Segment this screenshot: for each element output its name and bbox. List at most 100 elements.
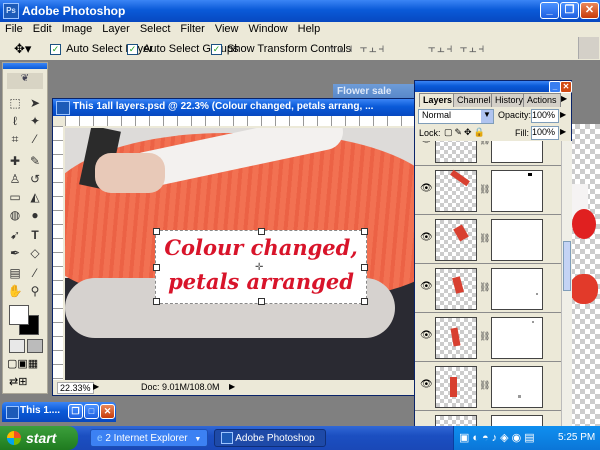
panel-menu-icon[interactable]: ▶ [561,94,570,105]
close-button[interactable]: ✕ [580,2,599,19]
restore-button[interactable]: ❐ [560,2,579,19]
eye-icon[interactable]: 👁 [420,232,433,243]
tab-history[interactable]: History [491,93,528,107]
zoom-tool-icon[interactable]: ⚲ [27,283,43,299]
marquee-tool-icon[interactable]: ⬚ [7,95,23,111]
tab-layers[interactable]: Layers [419,93,457,107]
transform-handle[interactable] [361,228,368,235]
auto-select-layer-checkbox[interactable]: ✓ [50,43,61,55]
transform-handle[interactable] [361,264,368,271]
panel-close-button[interactable]: ✕ [560,81,572,93]
layers-panel-title-bar[interactable]: _ ✕ [415,81,572,93]
menu-window[interactable]: Window [244,22,293,37]
maximize-button[interactable]: □ [84,404,99,419]
start-button[interactable]: start [0,426,78,450]
tab-actions[interactable]: Actions [523,93,561,107]
transform-handle[interactable] [153,298,160,305]
layer-row[interactable]: 👁⛓ [415,411,571,427]
toolbox-grip[interactable] [3,63,47,69]
menu-select[interactable]: Select [135,22,176,37]
eyedropper-icon[interactable]: ⁄ [27,265,43,281]
magic-wand-icon[interactable]: ✦ [27,113,43,129]
minimized-document[interactable]: This 1.... ❐ □ ✕ [2,402,116,422]
eraser-icon[interactable]: ▭ [7,189,23,205]
pen-tool-icon[interactable]: ✒ [7,245,23,261]
transform-handle[interactable] [153,228,160,235]
notes-tool-icon[interactable]: ▤ [7,265,23,281]
taskbar-item-ie[interactable]: e 2 Internet Explorer ▼ [90,429,208,447]
scroll-thumb[interactable] [563,241,571,291]
hands [95,153,165,193]
fill-field[interactable]: 100% [531,126,559,140]
document-title-bar[interactable]: This 1all layers.psd @ 22.3% (Colour cha… [53,99,417,116]
eye-icon[interactable]: 👁 [420,281,433,292]
transform-handle[interactable] [258,298,265,305]
zoom-arrow-icon[interactable]: ▶ [93,382,99,391]
healing-brush-icon[interactable]: ✚ [7,153,23,169]
move-tool-icon[interactable]: ✥▾ [14,41,31,57]
fill-arrow-icon[interactable]: ▶ [560,127,566,136]
eye-icon[interactable]: 👁 [420,141,433,145]
minimize-button[interactable]: _ [540,2,559,19]
layers-scrollbar[interactable] [561,141,572,427]
clone-stamp-icon[interactable]: ♙ [7,171,23,187]
menu-help[interactable]: Help [293,22,326,37]
restore-button[interactable]: ❐ [68,404,83,419]
transform-handle[interactable] [361,298,368,305]
move-tool-button-icon[interactable]: ➤ [27,95,43,111]
hand-tool-icon[interactable]: ✋ [7,283,23,299]
opacity-field[interactable]: 100% [531,109,559,123]
show-transform-checkbox[interactable]: ✓ [211,43,222,55]
minimized-title: This 1.... [20,405,61,416]
transform-handle[interactable] [153,264,160,271]
taskbar-item-photoshop[interactable]: Adobe Photoshop [214,429,326,447]
screen-mode-icons[interactable]: ▢▣▦ [7,357,38,370]
path-select-icon[interactable]: ➹ [7,227,23,243]
menu-edit[interactable]: Edit [28,22,57,37]
image-canvas[interactable]: Colour changed, petals arranged ✛ [65,128,415,380]
slice-tool-icon[interactable]: ⁄ [27,131,43,147]
layer-row[interactable]: 👁⛓ [415,362,571,411]
dodge-tool-icon[interactable]: ● [27,207,43,223]
shape-tool-icon[interactable]: ◇ [27,245,43,261]
type-tool-icon[interactable]: T [27,227,43,243]
history-brush-icon[interactable]: ↺ [27,171,43,187]
tray-icons[interactable]: ▣◐◓♪◈◉▤ [459,431,538,444]
standard-mode-icon[interactable] [9,339,25,353]
brush-tool-icon[interactable]: ✎ [27,153,43,169]
lasso-tool-icon[interactable]: ℓ [7,113,23,129]
close-button[interactable]: ✕ [100,404,115,419]
lock-icons[interactable]: ▢✎✥🔒 [444,127,487,138]
eye-icon[interactable]: 👁 [420,330,433,341]
menu-view[interactable]: View [210,22,244,37]
clock[interactable]: 5:25 PM [558,432,595,443]
quick-mask-icon[interactable] [27,339,43,353]
layer-thumbnail [435,366,477,408]
menu-file[interactable]: File [0,22,28,37]
jump-to-imageready-icon[interactable]: ⇄⊞ [9,375,27,388]
eye-icon[interactable]: 👁 [420,379,433,390]
layer-row[interactable]: 👁⛓ [415,141,571,166]
layer-row[interactable]: 👁⛓ [415,264,571,313]
paint-bucket-icon[interactable]: ◭ [27,189,43,205]
align-buttons[interactable]: ⫟⫠⫞ ⫟⫠⫞ [328,41,386,56]
menu-image[interactable]: Image [57,22,98,37]
zoom-field[interactable]: 22.33% [57,382,94,394]
blur-tool-icon[interactable]: ◍ [7,207,23,223]
transform-handle[interactable] [258,228,265,235]
layer-row[interactable]: 👁⛓ [415,313,571,362]
opacity-arrow-icon[interactable]: ▶ [560,110,566,119]
text-layer-box[interactable]: Colour changed, petals arranged ✛ [153,228,368,305]
auto-select-groups-checkbox[interactable]: ✓ [127,43,138,55]
blend-mode-select[interactable]: Normal ▼ [418,109,494,124]
layer-row[interactable]: 👁⛓ [415,215,571,264]
crop-tool-icon[interactable]: ⌗ [7,131,23,147]
foreground-color-swatch[interactable] [9,305,29,325]
menu-layer[interactable]: Layer [97,22,135,37]
eye-icon[interactable]: 👁 [420,183,433,194]
distribute-buttons[interactable]: ⫟⫠⫞ ⫟⫠⫞ [428,41,486,56]
layer-row[interactable]: 👁⛓ [415,166,571,215]
status-arrow-icon[interactable]: ▶ [229,382,235,391]
palette-well[interactable] [578,37,599,59]
menu-filter[interactable]: Filter [175,22,209,37]
